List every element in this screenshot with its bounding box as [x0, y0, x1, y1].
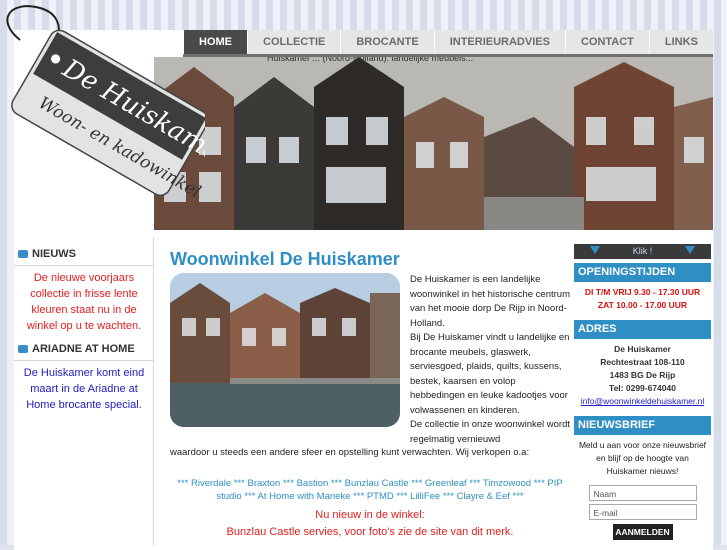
ariadne-heading-label: ARIADNE AT HOME	[32, 343, 135, 355]
new-in-store: Nu nieuw in de winkel: Bunzlau Castle se…	[170, 507, 570, 541]
ariadne-heading: ARIADNE AT HOME	[14, 338, 154, 361]
adres-heading: ADRES	[574, 320, 711, 339]
canal-photo	[170, 273, 400, 427]
email-link[interactable]: info@woonwinkeldehuiskamer.nl	[576, 395, 709, 408]
nav-links[interactable]: LINKS	[648, 30, 713, 54]
subscribe-button[interactable]: AANMELDEN	[612, 524, 673, 540]
openingstijden-heading: OPENINGSTIJDEN	[574, 263, 711, 282]
adres-block: De Huiskamer Rechtestraat 108-110 1483 B…	[574, 339, 711, 412]
email-field[interactable]: E-mail	[588, 504, 697, 520]
site-logo[interactable]: De Huiskamer Woon- en kadowinkel	[0, 0, 238, 228]
nieuws-text: De nieuwe voorjaars collectie in frisse …	[26, 272, 142, 332]
main-nav: HOME COLLECTIE BROCANTE INTERIEURADVIES …	[183, 30, 713, 54]
brand-list: *** Riverdale *** Braxton *** Bastion **…	[177, 478, 563, 502]
intro-text-1: De Huiskamer is een landelijke woonwinke…	[410, 274, 570, 329]
header-photo	[154, 57, 713, 230]
nieuwsbrief-text: Meld u aan voor onze nieuwsbrief en blij…	[578, 440, 707, 476]
adres-phone: Tel: 0299-674040	[609, 383, 676, 393]
speech-bubble-icon	[18, 250, 28, 258]
new-in-store-heading: Nu nieuw in de winkel:	[315, 509, 425, 521]
name-field[interactable]: Naam	[588, 485, 697, 501]
arrow-down-icon[interactable]	[685, 246, 695, 254]
page-title: Woonwinkel De Huiskamer	[170, 249, 400, 269]
logo-tag-icon: De Huiskamer Woon- en kadowinkel	[6, 5, 238, 202]
nav-collectie[interactable]: COLLECTIE	[247, 30, 341, 54]
nieuws-heading-label: NIEUWS	[32, 248, 76, 260]
intro-text-3b: waardoor u steeds een andere sfeer en op…	[170, 447, 530, 458]
arrow-down-icon[interactable]	[590, 246, 600, 254]
intro-text-2: Bij De Huiskamer vindt u landelijke en b…	[410, 332, 570, 416]
opening-saturday: ZAT 10.00 - 17.00 UUR	[597, 300, 688, 310]
nav-interieuradvies[interactable]: INTERIEURADVIES	[433, 30, 565, 54]
main-content: Woonwinkel De Huiskamer De Huiskamer is …	[154, 237, 572, 545]
right-sidebar: Klik ! OPENINGSTIJDEN DI T/M VRIJ 9.30 -…	[574, 244, 711, 540]
nieuws-heading: NIEUWS	[14, 243, 154, 266]
klik-label: Klik !	[632, 246, 653, 256]
openingstijden-text: DI T/M VRIJ 9.30 - 17.30 UUR ZAT 10.00 -…	[574, 282, 711, 316]
ariadne-text: De Huiskamer komt eind maart in de Ariad…	[23, 367, 145, 411]
intro-text-3a: De collectie in onze woonwinkel wordt re…	[410, 419, 570, 445]
nav-contact[interactable]: CONTACT	[564, 30, 649, 54]
nieuwsbrief-heading: NIEUWSBRIEF	[574, 416, 711, 435]
intro-paragraph: De Huiskamer is een landelijke woonwinke…	[410, 273, 570, 447]
adres-street: Rechtestraat 108-110	[600, 357, 685, 367]
left-sidebar: NIEUWS De nieuwe voorjaars collectie in …	[14, 243, 154, 417]
opening-weekdays: DI T/M VRIJ 9.30 - 17.30 UUR	[584, 287, 701, 297]
header-street-image	[154, 57, 713, 230]
canal-image	[170, 273, 400, 427]
nav-underline	[183, 54, 713, 57]
speech-bubble-icon	[18, 345, 28, 353]
nav-brocante[interactable]: BROCANTE	[340, 30, 434, 54]
adres-city: 1483 BG De Rijp	[609, 370, 676, 380]
slideshow-control[interactable]: Klik !	[574, 244, 711, 259]
new-in-store-text: Bunzlau Castle servies, voor foto's zie …	[226, 526, 514, 538]
adres-name: De Huiskamer	[614, 344, 671, 354]
